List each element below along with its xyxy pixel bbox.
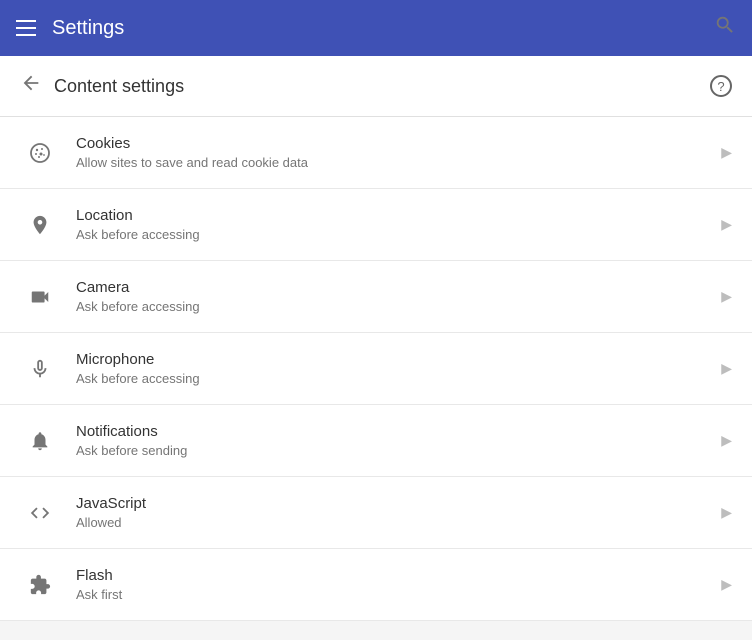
cookie-icon [20,141,60,165]
header-left: Settings [16,17,124,40]
sub-header-left: Content settings [20,72,184,100]
camera-arrow: ▶ [721,288,732,305]
search-icon[interactable] [714,14,736,42]
flash-subtitle: Ask first [76,587,711,602]
location-subtitle: Ask before accessing [76,227,711,242]
settings-item-cookies[interactable]: Cookies Allow sites to save and read coo… [0,117,752,189]
cookies-text: Cookies Allow sites to save and read coo… [76,135,711,170]
bell-icon [20,430,60,452]
javascript-arrow: ▶ [721,504,732,521]
microphone-subtitle: Ask before accessing [76,371,711,386]
javascript-subtitle: Allowed [76,515,711,530]
puzzle-icon [20,574,60,596]
back-button[interactable] [20,72,42,100]
code-icon [20,502,60,524]
flash-arrow: ▶ [721,576,732,593]
javascript-title: JavaScript [76,495,711,512]
settings-item-microphone[interactable]: Microphone Ask before accessing ▶ [0,333,752,405]
notifications-title: Notifications [76,423,711,440]
cookies-arrow: ▶ [721,144,732,161]
notifications-text: Notifications Ask before sending [76,423,711,458]
javascript-text: JavaScript Allowed [76,495,711,530]
location-arrow: ▶ [721,216,732,233]
hamburger-menu-icon[interactable] [16,20,36,36]
cookies-title: Cookies [76,135,711,152]
settings-item-camera[interactable]: Camera Ask before accessing ▶ [0,261,752,333]
flash-title: Flash [76,567,711,584]
camera-subtitle: Ask before accessing [76,299,711,314]
help-icon[interactable]: ? [710,75,732,97]
content-area: Content settings ? Cookies Allow sites [0,56,752,621]
app-title: Settings [52,17,124,40]
settings-item-notifications[interactable]: Notifications Ask before sending ▶ [0,405,752,477]
camera-text: Camera Ask before accessing [76,279,711,314]
camera-icon [20,286,60,308]
flash-text: Flash Ask first [76,567,711,602]
location-text: Location Ask before accessing [76,207,711,242]
microphone-text: Microphone Ask before accessing [76,351,711,386]
sub-header-title: Content settings [54,76,184,97]
camera-title: Camera [76,279,711,296]
microphone-arrow: ▶ [721,360,732,377]
app-header: Settings [0,0,752,56]
microphone-title: Microphone [76,351,711,368]
settings-list: Cookies Allow sites to save and read coo… [0,117,752,621]
settings-item-location[interactable]: Location Ask before accessing ▶ [0,189,752,261]
cookies-subtitle: Allow sites to save and read cookie data [76,155,711,170]
location-icon [20,214,60,236]
microphone-icon [20,358,60,380]
settings-item-javascript[interactable]: JavaScript Allowed ▶ [0,477,752,549]
notifications-subtitle: Ask before sending [76,443,711,458]
location-title: Location [76,207,711,224]
sub-header: Content settings ? [0,56,752,117]
notifications-arrow: ▶ [721,432,732,449]
settings-item-flash[interactable]: Flash Ask first ▶ [0,549,752,621]
